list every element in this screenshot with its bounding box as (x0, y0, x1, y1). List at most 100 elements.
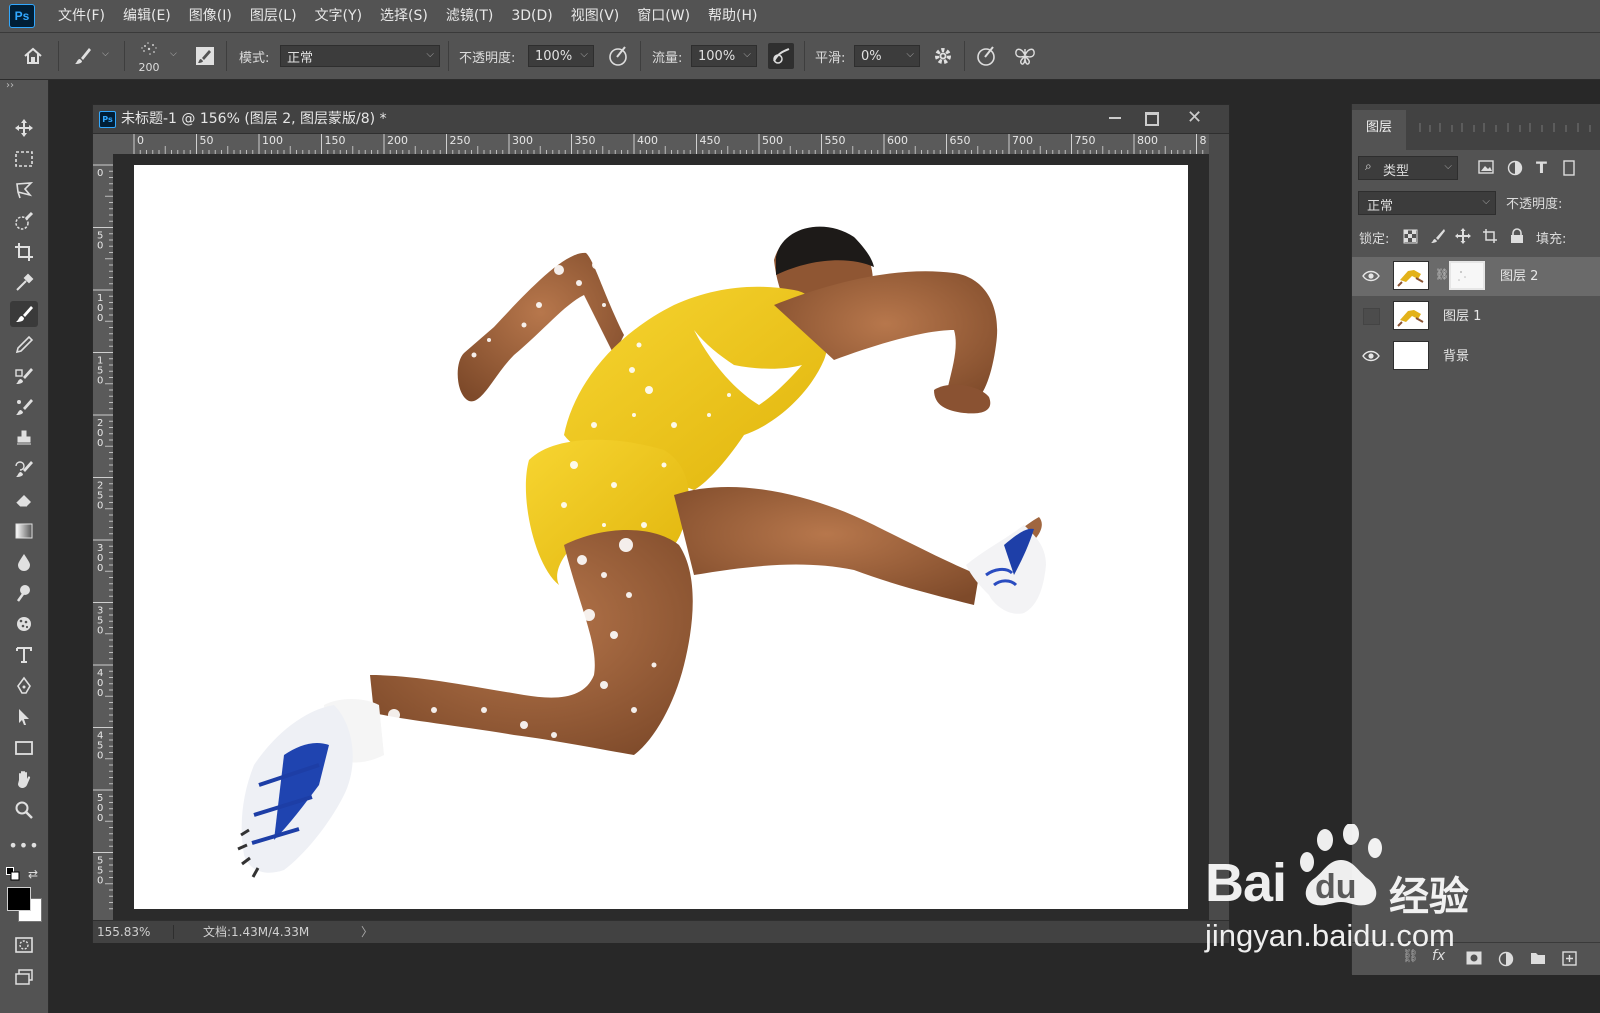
layer-row-layer1[interactable]: 图层 1 (1352, 297, 1600, 336)
new-layer-icon[interactable] (1562, 951, 1578, 971)
pen-tool-icon[interactable] (10, 673, 38, 699)
link-icon[interactable]: ⛓ (1435, 268, 1449, 281)
eraser-tool-icon[interactable] (10, 487, 38, 513)
eye-icon[interactable] (1362, 268, 1380, 284)
menu-layer[interactable]: 图层(L) (241, 0, 306, 32)
layer-name[interactable]: 图层 2 (1500, 257, 1538, 296)
chevron-down-icon[interactable]: ⌵ (170, 49, 177, 59)
layer-thumbnail[interactable] (1393, 261, 1429, 290)
layer-name[interactable]: 图层 1 (1443, 297, 1481, 336)
menu-filter[interactable]: 滤镜(T) (437, 0, 502, 32)
menu-edit[interactable]: 编辑(E) (114, 0, 180, 32)
blend-mode-select[interactable]: 正常 ⌵ (1358, 191, 1496, 215)
visibility-toggle-off[interactable] (1363, 308, 1380, 325)
lock-transparent-icon[interactable] (1403, 229, 1418, 248)
gradient-tool-icon[interactable] (10, 518, 38, 544)
brush-tool-preset-icon[interactable] (70, 43, 96, 69)
history-brush-tool-icon[interactable] (10, 456, 38, 482)
status-menu-arrow-icon[interactable]: 〉 (361, 921, 373, 943)
lock-all-icon[interactable] (1510, 228, 1524, 248)
document-canvas[interactable] (134, 165, 1188, 909)
menu-image[interactable]: 图像(I) (180, 0, 241, 32)
symmetry-butterfly-icon[interactable] (1012, 43, 1038, 69)
blur-tool-icon[interactable] (10, 549, 38, 575)
new-group-icon[interactable] (1530, 951, 1546, 969)
default-colors-icon[interactable] (6, 867, 20, 885)
quick-selection-tool-icon[interactable] (10, 208, 38, 234)
filter-shape-icon[interactable] (1562, 160, 1576, 180)
quick-mask-icon[interactable] (10, 932, 38, 958)
layer-thumbnail[interactable] (1393, 301, 1429, 330)
brush-size-picker[interactable]: 200 (136, 39, 162, 75)
document-tab[interactable]: Ps 未标题-1 @ 156% (图层 2, 图层蒙版/8) * ✕ (93, 105, 1229, 134)
lock-artboard-icon[interactable] (1482, 228, 1498, 248)
eye-icon[interactable] (1362, 348, 1380, 364)
healing-brush-tool-icon[interactable] (10, 363, 38, 389)
mode-select[interactable]: 正常 ⌵ (280, 45, 440, 67)
vertical-scrollbar[interactable] (1209, 134, 1229, 920)
menu-window[interactable]: 窗口(W) (628, 0, 699, 32)
menu-file[interactable]: 文件(F) (49, 0, 114, 32)
collapse-toolbar-icon[interactable]: ›› (6, 80, 14, 91)
layer-name[interactable]: 背景 (1443, 337, 1469, 376)
menu-type[interactable]: 文字(Y) (306, 0, 371, 32)
layer-row-layer2[interactable]: ⛓ 图层 2 (1352, 257, 1600, 296)
gear-icon[interactable] (930, 43, 956, 69)
layer-mask-thumbnail[interactable] (1449, 261, 1485, 290)
crop-tool-icon[interactable] (10, 239, 38, 265)
layer-filter-select[interactable]: ⌕ 类型 ⌵ (1358, 156, 1458, 180)
layer-row-background[interactable]: 背景 (1352, 337, 1600, 376)
foreground-color-swatch[interactable] (7, 887, 31, 911)
type-tool-icon[interactable] (10, 642, 38, 668)
pressure-opacity-icon[interactable] (605, 43, 631, 69)
flow-input[interactable]: 100% ⌵ (691, 45, 757, 67)
dodge-tool-icon[interactable] (10, 580, 38, 606)
mixer-brush-tool-icon[interactable] (10, 394, 38, 420)
menu-help[interactable]: 帮助(H) (699, 0, 766, 32)
clone-stamp-tool-icon[interactable] (10, 425, 38, 451)
menu-view[interactable]: 视图(V) (562, 0, 629, 32)
menu-select[interactable]: 选择(S) (371, 0, 437, 32)
canvas-area[interactable] (113, 154, 1209, 920)
sponge-tool-icon[interactable] (10, 611, 38, 637)
collapsed-tabs[interactable] (1416, 122, 1600, 132)
zoom-tool-icon[interactable] (10, 797, 38, 823)
eyedropper-tool-icon[interactable] (10, 270, 38, 296)
horizontal-ruler[interactable]: 0 50 100 150 200 250 300 350 400 450 500 550 600 650 7… (113, 134, 1209, 154)
filter-type-icon[interactable]: T (1536, 158, 1547, 177)
layer-thumbnail[interactable] (1393, 341, 1429, 370)
maximize-icon[interactable] (1145, 112, 1159, 126)
opacity-input[interactable]: 100% ⌵ (528, 45, 594, 67)
hand-tool-icon[interactable] (10, 766, 38, 792)
adjustment-layer-icon[interactable] (1498, 951, 1514, 971)
ruler-origin[interactable] (93, 134, 113, 154)
lasso-tool-icon[interactable] (10, 177, 38, 203)
more-tools-icon[interactable]: ••• (8, 832, 38, 858)
marquee-tool-icon[interactable] (10, 146, 38, 172)
lock-pixels-icon[interactable] (1430, 228, 1446, 248)
smoothing-input[interactable]: 0% ⌵ (854, 45, 920, 67)
pressure-size-icon[interactable] (973, 43, 999, 69)
path-selection-tool-icon[interactable] (10, 704, 38, 730)
zoom-level[interactable]: 155.83% (97, 921, 150, 943)
filter-pixel-icon[interactable] (1478, 160, 1494, 178)
chevron-down-icon[interactable]: ⌵ (102, 49, 109, 59)
brush-settings-panel-icon[interactable] (192, 43, 218, 69)
swap-colors-icon[interactable]: ⇄ (28, 867, 38, 881)
brush-tool-icon[interactable] (10, 301, 38, 327)
rectangle-tool-icon[interactable] (10, 735, 38, 761)
tab-layers[interactable]: 图层 (1352, 110, 1406, 150)
home-icon[interactable] (20, 43, 46, 69)
document-size-info[interactable]: 文档:1.43M/4.33M (203, 921, 309, 943)
photoshop-logo[interactable]: Ps (9, 4, 35, 28)
move-tool-icon[interactable] (10, 115, 38, 141)
filter-adjustment-icon[interactable] (1507, 160, 1523, 180)
close-icon[interactable]: ✕ (1187, 107, 1202, 128)
minimize-icon[interactable] (1109, 117, 1121, 119)
screen-mode-icon[interactable] (10, 964, 38, 990)
airbrush-icon[interactable] (768, 43, 794, 69)
pencil-tool-icon[interactable] (10, 332, 38, 358)
lock-position-icon[interactable] (1455, 228, 1471, 248)
menu-3d[interactable]: 3D(D) (502, 0, 561, 32)
vertical-ruler[interactable]: 0 50 100 150 200 250 300 350 400 450 500 550 (93, 154, 113, 920)
